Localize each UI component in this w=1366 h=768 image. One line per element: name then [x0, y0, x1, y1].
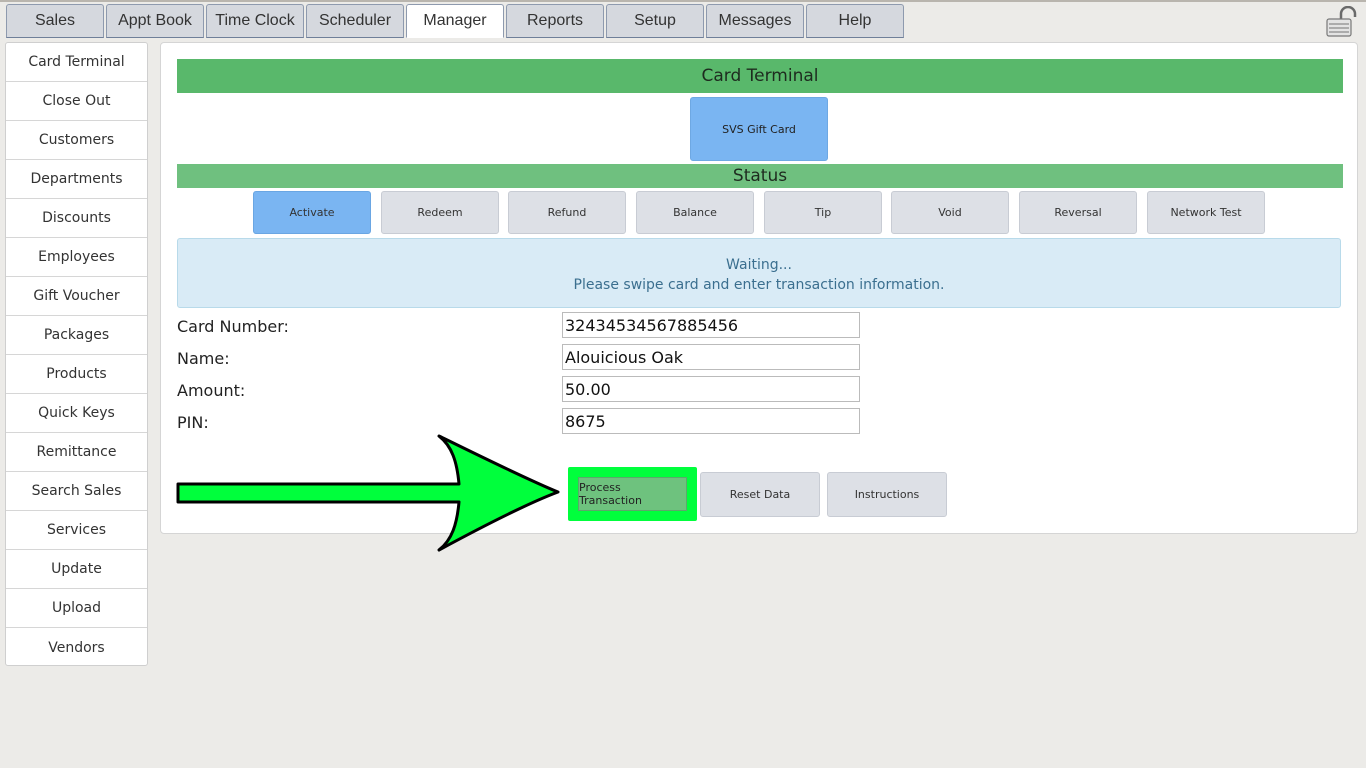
void-button[interactable]: Void — [891, 191, 1009, 234]
tab-setup[interactable]: Setup — [606, 4, 704, 38]
tab-appt-book[interactable]: Appt Book — [106, 4, 204, 38]
card-number-label: Card Number: — [177, 317, 289, 336]
sidebar-item-vendors[interactable]: Vendors — [6, 628, 147, 667]
sidebar-item-search-sales[interactable]: Search Sales — [6, 472, 147, 511]
redeem-button[interactable]: Redeem — [381, 191, 499, 234]
amount-label: Amount: — [177, 381, 246, 400]
balance-button[interactable]: Balance — [636, 191, 754, 234]
tab-sales[interactable]: Sales — [6, 4, 104, 38]
amount-input[interactable] — [562, 376, 860, 402]
reversal-button[interactable]: Reversal — [1019, 191, 1137, 234]
status-header: Status — [177, 164, 1343, 188]
sidebar-item-employees[interactable]: Employees — [6, 238, 147, 277]
sidebar-item-close-out[interactable]: Close Out — [6, 82, 147, 121]
instructions-button[interactable]: Instructions — [827, 472, 947, 517]
arrow-annotation-icon — [176, 434, 560, 552]
activate-button[interactable]: Activate — [253, 191, 371, 234]
name-label: Name: — [177, 349, 230, 368]
sidebar-item-gift-voucher[interactable]: Gift Voucher — [6, 277, 147, 316]
lock-icon[interactable] — [1324, 6, 1360, 38]
top-nav: Sales Appt Book Time Clock Scheduler Man… — [0, 0, 1366, 40]
process-transaction-button[interactable]: Process Transaction — [578, 477, 687, 511]
sidebar-item-upload[interactable]: Upload — [6, 589, 147, 628]
sidebar-item-packages[interactable]: Packages — [6, 316, 147, 355]
network-test-button[interactable]: Network Test — [1147, 191, 1265, 234]
tip-button[interactable]: Tip — [764, 191, 882, 234]
status-message: Waiting... Please swipe card and enter t… — [177, 238, 1341, 308]
name-input[interactable] — [562, 344, 860, 370]
sidebar-item-quick-keys[interactable]: Quick Keys — [6, 394, 147, 433]
sidebar-item-discounts[interactable]: Discounts — [6, 199, 147, 238]
refund-button[interactable]: Refund — [508, 191, 626, 234]
sidebar-item-remittance[interactable]: Remittance — [6, 433, 147, 472]
sidebar-item-customers[interactable]: Customers — [6, 121, 147, 160]
sidebar-item-departments[interactable]: Departments — [6, 160, 147, 199]
sidebar-item-products[interactable]: Products — [6, 355, 147, 394]
sidebar-item-card-terminal[interactable]: Card Terminal — [6, 43, 147, 82]
tab-time-clock[interactable]: Time Clock — [206, 4, 304, 38]
sidebar: Card Terminal Close Out Customers Depart… — [5, 42, 148, 666]
status-line-waiting: Waiting... — [726, 257, 792, 273]
tab-manager[interactable]: Manager — [406, 4, 504, 38]
tab-scheduler[interactable]: Scheduler — [306, 4, 404, 38]
sidebar-item-services[interactable]: Services — [6, 511, 147, 550]
tab-help[interactable]: Help — [806, 4, 904, 38]
card-number-input[interactable] — [562, 312, 860, 338]
tab-reports[interactable]: Reports — [506, 4, 604, 38]
pin-label: PIN: — [177, 413, 209, 432]
pin-input[interactable] — [562, 408, 860, 434]
tab-messages[interactable]: Messages — [706, 4, 804, 38]
page-title: Card Terminal — [177, 59, 1343, 93]
reset-data-button[interactable]: Reset Data — [700, 472, 820, 517]
sidebar-item-update[interactable]: Update — [6, 550, 147, 589]
svs-gift-card-button[interactable]: SVS Gift Card — [690, 97, 828, 161]
status-line-instructions: Please swipe card and enter transaction … — [573, 277, 945, 293]
